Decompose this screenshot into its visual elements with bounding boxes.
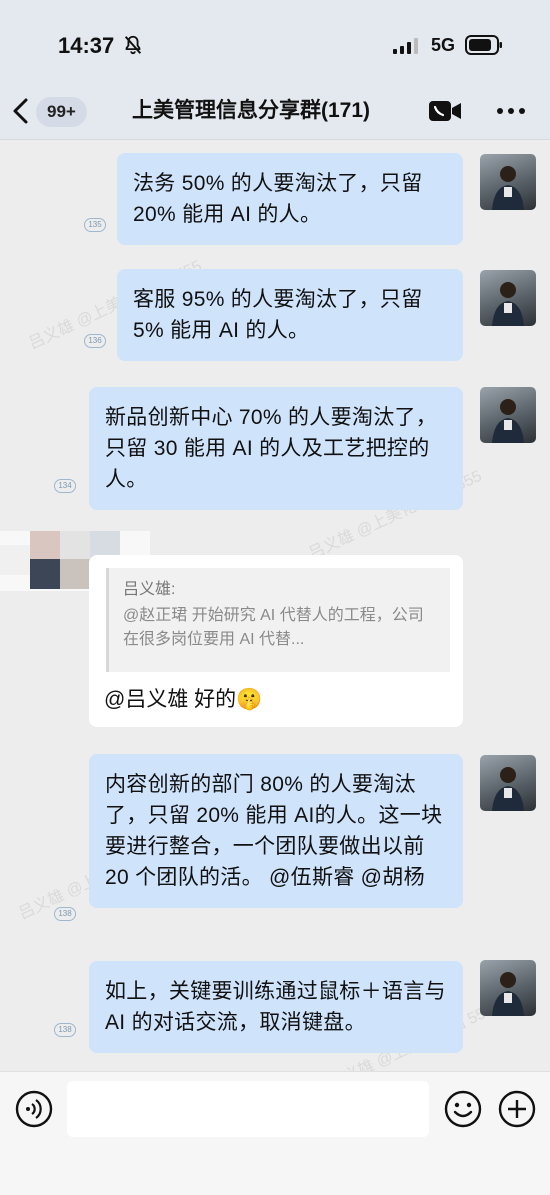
avatar[interactable] xyxy=(480,387,536,443)
quoted-text: @赵正珺 开始研究 AI 代替人的工程，公司在很多岗位要用 AI 代替... xyxy=(123,607,424,648)
read-count: 138 xyxy=(54,907,76,921)
read-count: 136 xyxy=(84,334,106,348)
bell-mute-icon xyxy=(124,35,142,55)
read-count: 134 xyxy=(54,479,76,493)
message-bubble[interactable]: 如上，关键要训练通过鼠标＋语言与 AI 的对话交流，取消键盘。 xyxy=(89,961,463,1053)
battery-icon xyxy=(465,35,502,55)
chat-area[interactable]: 吕义雄 @上美化妆品 5555 吕义雄 @上美化妆品 5555 吕义雄 @上美化… xyxy=(0,141,550,1093)
chat-header: 99+ 上美管理信息分享群(171) xyxy=(0,84,550,140)
avatar[interactable] xyxy=(480,154,536,210)
quoted-message[interactable]: 吕义雄: @赵正珺 开始研究 AI 代替人的工程，公司在很多岗位要用 AI 代替… xyxy=(106,568,450,672)
plus-icon[interactable] xyxy=(497,1089,537,1129)
signal-icon xyxy=(393,38,418,54)
message-bubble[interactable]: 内容创新的部门 80% 的人要淘汰了，只留 20% 能用 AI的人。这一块要进行… xyxy=(89,754,463,908)
message-input[interactable] xyxy=(67,1081,429,1137)
unread-badge[interactable]: 99+ xyxy=(36,97,87,127)
message-bubble[interactable]: 新品创新中心 70% 的人要淘汰了，只留 30 能用 AI 的人及工艺把控的人。 xyxy=(89,387,463,510)
avatar[interactable] xyxy=(480,755,536,811)
input-bar xyxy=(0,1071,550,1195)
read-count: 138 xyxy=(54,1023,76,1037)
reply-text: @吕义雄 好的🤫 xyxy=(104,688,263,711)
message-bubble[interactable]: 法务 50% 的人要淘汰了，只留 20% 能用 AI 的人。 xyxy=(117,153,463,245)
voice-icon[interactable] xyxy=(14,1089,54,1129)
more-icon[interactable] xyxy=(496,106,526,116)
network-type: 5G xyxy=(431,35,456,55)
back-icon[interactable] xyxy=(10,96,32,126)
quoted-sender: 吕义雄: xyxy=(123,581,176,598)
emoji-icon[interactable] xyxy=(443,1089,483,1129)
avatar[interactable] xyxy=(480,960,536,1016)
avatar[interactable] xyxy=(480,270,536,326)
group-title[interactable]: 上美管理信息分享群(171) xyxy=(132,96,422,126)
read-count: 135 xyxy=(84,218,106,232)
message-bubble[interactable]: 客服 95% 的人要淘汰了，只留 5% 能用 AI 的人。 xyxy=(117,269,463,361)
video-call-icon[interactable] xyxy=(428,98,462,124)
status-time: 14:37 xyxy=(58,33,115,58)
status-bar: 14:37 5G xyxy=(0,0,550,84)
